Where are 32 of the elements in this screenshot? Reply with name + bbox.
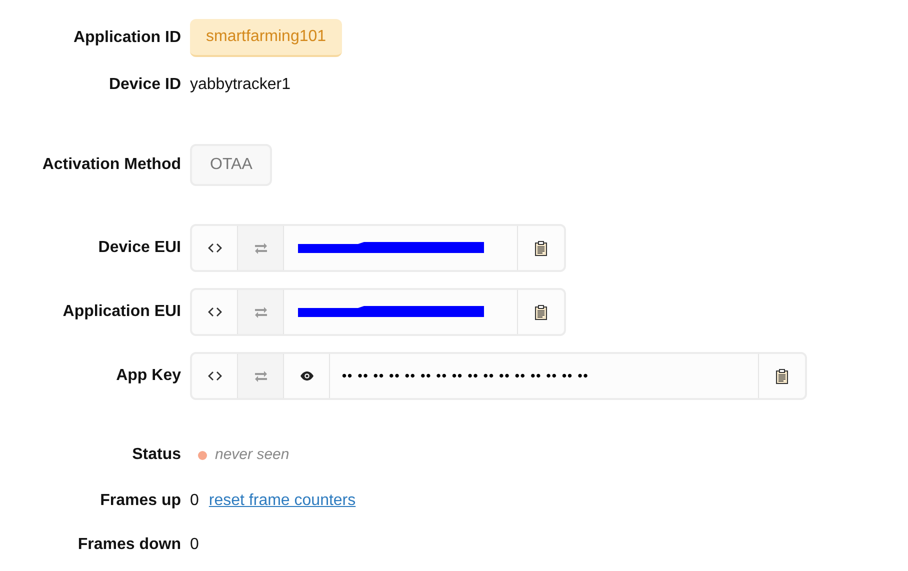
status-text: never seen [215, 444, 290, 465]
device-id-value: yabbytracker1 [190, 75, 290, 95]
swap-arrows-icon [254, 370, 268, 382]
reset-counters-link[interactable]: reset frame counters [208, 489, 356, 513]
swap-arrows-icon [254, 242, 268, 254]
eui-field[interactable] [190, 288, 566, 336]
field-label: Device EUI [98, 239, 181, 256]
activation-method-tag: OTAA [190, 144, 272, 186]
field-label: Application ID [73, 28, 181, 46]
clipboard-icon [535, 304, 547, 320]
field-label: Frames up [100, 492, 181, 509]
eui-field[interactable] [190, 224, 566, 272]
byte-order-button[interactable] [238, 226, 284, 270]
code-icon [208, 243, 222, 253]
app-key-value: •• •• •• •• •• •• •• •• •• •• •• •• •• •• •• •• [342, 367, 589, 386]
field-label: Status [132, 446, 181, 463]
clipboard-icon [535, 240, 547, 256]
clipboard-icon [776, 368, 788, 384]
frame-count: 0 [190, 535, 199, 555]
application-id-badge: smartfarming101 [190, 18, 342, 56]
field-label: App Key [116, 367, 181, 384]
field-label: Device ID [108, 76, 181, 93]
code-icon [208, 371, 222, 381]
app-key-field[interactable]: •• •• •• •• •• •• •• •• •• •• •• •• •• •• •• •• [190, 352, 807, 400]
eye-icon [300, 371, 314, 381]
byte-order-button[interactable] [238, 290, 284, 334]
field-label: Activation Method [42, 156, 181, 173]
code-icon [208, 307, 222, 317]
field-label: Frames down [78, 536, 181, 553]
field-label: Application EUI [62, 303, 181, 320]
swap-arrows-icon [254, 306, 268, 318]
frame-count: 0 [190, 491, 199, 511]
